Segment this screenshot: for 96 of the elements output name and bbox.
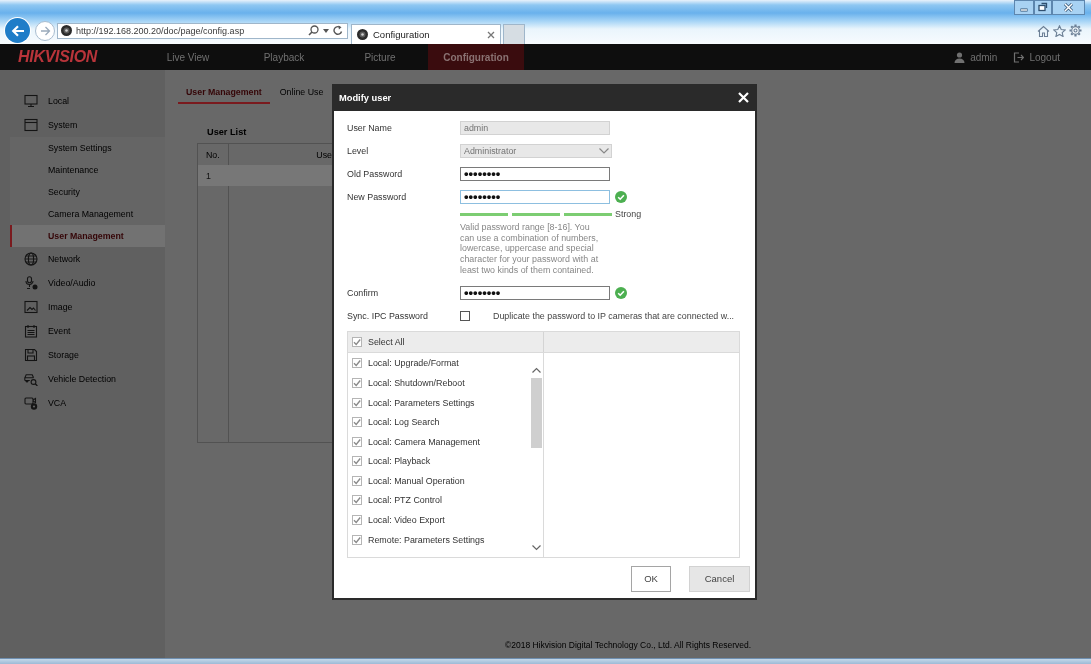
restore-icon[interactable] [1034,0,1052,15]
field-label: Level [347,146,369,156]
table-row[interactable]: 1 [198,165,332,186]
sidebar-item[interactable]: Storage [0,343,165,367]
table-cell: 1 [206,170,211,181]
sidebar-item[interactable]: Local [0,89,165,113]
sidebar-item[interactable]: Network [0,247,165,271]
back-button[interactable] [5,18,30,43]
copyright-text: ©2018 Hikvision Digital Technology Co., Ltd. All Rights Reserved. [504,640,752,650]
star-icon[interactable] [1053,24,1066,37]
lens-icon [61,25,72,36]
logo-text: HIKVISION [18,48,98,65]
arrow-right-icon [39,25,51,36]
picture-icon [24,300,38,314]
checkbox[interactable] [352,495,362,506]
password-field[interactable]: •••••••• [460,190,610,204]
checkbox[interactable] [352,456,362,467]
checkbox[interactable] [352,377,362,388]
sidebar-item[interactable]: System [0,113,165,137]
field-label: New Password [347,192,407,202]
sidebar-item[interactable]: Camera Management [10,203,165,225]
chevron-down-icon[interactable] [532,544,541,551]
sidebar-item[interactable]: Vehicle Detection [0,367,165,391]
browser-tab[interactable]: Configuration [351,24,501,44]
chevron-down-icon [599,148,609,154]
username-text: admin [970,51,998,63]
panel-title: User List [207,127,247,137]
forward-button[interactable] [35,20,55,41]
column-header: No. [206,149,220,160]
settings-icon[interactable] [1069,24,1082,37]
logout-button[interactable]: Logout [1013,51,1060,63]
video-camera-icon [24,396,38,410]
logout-icon [1013,51,1025,63]
dialog-title: Modify user [339,92,392,103]
field-label: Old Password [347,169,403,179]
column-header: Use [316,149,332,160]
permission-label: Local: PTZ Control [368,495,442,506]
sidebar-item[interactable]: Maintenance [10,159,165,181]
permission-label: Local: Log Search [368,417,440,428]
sidebar-item[interactable]: Video/Audio [0,271,165,295]
window-icon [24,118,38,132]
tab[interactable]: User Management [178,82,270,104]
hint-text: Valid password range [8-16]. You can use a combination of numbers, lowercase, uppercase and special character for your password with at least two kinds of them contained. [460,222,600,276]
cancel-button[interactable]: Cancel [689,565,750,592]
field-label: Confirm [347,287,379,298]
address-bar[interactable]: http://192.168.200.20/doc/page/config.asp [57,22,348,39]
checkbox[interactable] [352,417,362,428]
microphone-icon [24,276,38,290]
permission-label: Local: Camera Management [368,436,480,447]
permission-label: Local: Video Export [368,515,445,526]
caret-icon[interactable] [323,28,329,33]
checkbox[interactable] [460,310,470,321]
checkbox[interactable] [352,397,362,408]
checkbox[interactable] [352,336,362,347]
checkbox[interactable] [352,436,362,447]
permission-label: Local: Shutdown/Reboot [368,377,465,388]
sidebar-item[interactable]: User Management [10,225,165,247]
checkbox[interactable] [352,358,362,369]
permission-label: Local: Parameters Settings [368,397,475,408]
arrow-left-icon [10,24,25,37]
strength-label: Strong [615,209,642,219]
checkbox-label: Duplicate the password to IP cameras that are connected w... [493,310,735,321]
sidebar-item[interactable]: System Settings [10,137,165,159]
select-all-label: Select All [368,336,405,347]
field-label: Sync. IPC Password [347,310,428,321]
globe-icon [24,252,38,266]
checkbox[interactable] [352,475,362,486]
sidebar-item[interactable]: Security [10,181,165,203]
sidebar-item[interactable]: Image [0,295,165,319]
lens-icon [357,29,368,40]
nav-tab[interactable]: Live View [140,44,236,70]
password-field[interactable]: •••••••• [460,285,610,300]
permission-label: Remote: Parameters Settings [368,534,485,545]
scrollbar-thumb[interactable] [531,377,542,448]
user-icon [954,51,966,63]
home-icon[interactable] [1037,24,1050,37]
chevron-up-icon[interactable] [532,366,541,373]
search-icon[interactable] [308,25,319,36]
refresh-icon[interactable] [333,25,343,36]
nav-tab[interactable]: Playback [236,44,332,70]
sidebar-item[interactable]: VCA [0,391,165,415]
password-field[interactable]: •••••••• [460,167,610,181]
permission-label: Local: Playback [368,456,431,467]
monitor-icon [24,94,38,108]
permission-label: Local: Upgrade/Format [368,358,459,369]
ok-button[interactable]: OK [631,565,671,592]
nav-tab[interactable]: Configuration [428,44,524,70]
sidebar-item[interactable]: Event [0,319,165,343]
permission-label: Local: Manual Operation [368,475,465,486]
car-magnifier-icon [24,372,38,386]
nav-tab[interactable]: Picture [332,44,428,70]
calendar-icon [24,324,38,338]
checkbox[interactable] [352,534,362,545]
field-label: User Name [347,123,392,133]
tab[interactable]: Online Use [271,82,324,104]
checkbox[interactable] [352,515,362,526]
